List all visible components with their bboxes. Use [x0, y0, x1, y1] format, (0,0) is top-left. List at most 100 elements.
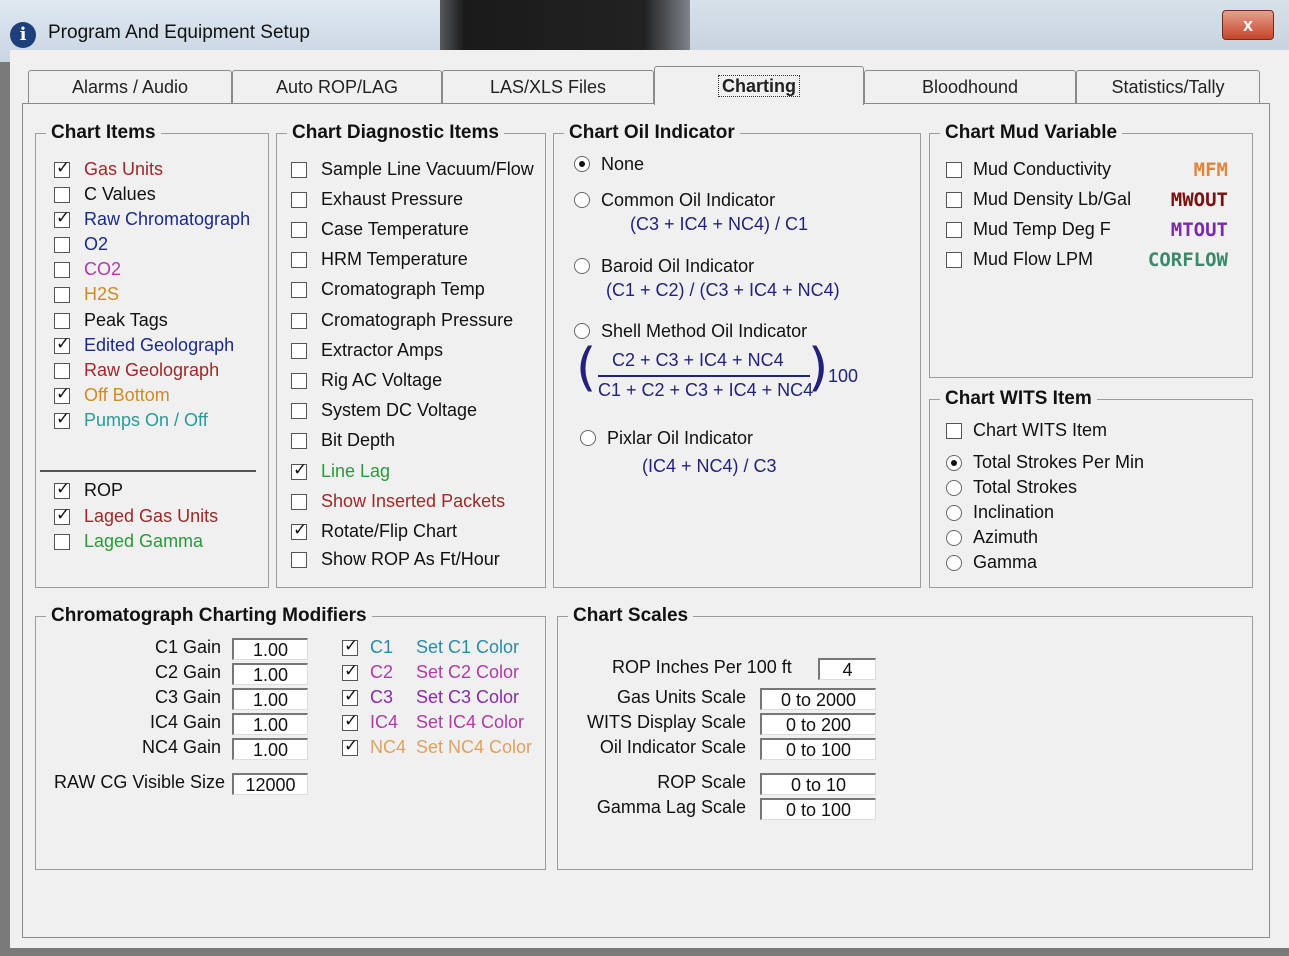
checkbox-mud-conductivity[interactable] [946, 162, 962, 178]
tab-bloodhound[interactable]: Bloodhound [864, 70, 1076, 104]
radio-total-strokes-per-min[interactable] [946, 455, 962, 471]
checkbox-ic4[interactable] [342, 711, 358, 731]
checkbox-nc4[interactable] [342, 736, 358, 756]
input-gamma-lag-scale[interactable]: 0 to 100 [760, 798, 876, 820]
checkbox-show-rop-as-ft-hour[interactable] [291, 552, 307, 568]
tab-las-xls-files[interactable]: LAS/XLS Files [442, 70, 654, 104]
rop-inches-input[interactable]: 4 [818, 658, 876, 680]
oil-baroid-formula: (C1 + C2) / (C3 + IC4 + NC4) [606, 280, 840, 300]
label-mud-flow-lpm: Mud Flow LPM [973, 249, 1094, 269]
tab-charting[interactable]: Charting [654, 66, 864, 105]
checkbox-sample-line-vacuum-flow[interactable] [291, 162, 307, 178]
chart-items-group: Chart Items Gas Units C Values Raw Chromat… [35, 122, 269, 588]
tab-auto-rop-lag[interactable]: Auto ROP/LAG [232, 70, 442, 104]
input-wits-display-scale[interactable]: 0 to 200 [760, 713, 876, 735]
checkbox-h2s[interactable] [54, 287, 70, 303]
label-o2: O2 [84, 234, 109, 254]
checkbox-c2[interactable] [342, 661, 358, 681]
oil-baroid-radio[interactable] [574, 258, 590, 274]
checkbox-raw-chromatograph[interactable] [54, 208, 70, 228]
label-h2s: H2S [84, 284, 120, 304]
checkbox-cromatograph-temp[interactable] [291, 282, 307, 298]
label-cromatograph-pressure: Cromatograph Pressure [321, 310, 514, 330]
shell-right-paren: ) [808, 338, 829, 398]
checkbox-rotate-flip-chart[interactable] [291, 520, 307, 540]
checkbox-bit-depth[interactable] [291, 433, 307, 449]
input-nc4-gain[interactable]: 1.00 [232, 738, 308, 760]
set-nc4-color-button[interactable]: Set NC4 Color [416, 737, 532, 758]
checkbox-c1[interactable] [342, 636, 358, 656]
checkbox-mud-flow-lpm[interactable] [946, 252, 962, 268]
checkbox-hrm-temperature[interactable] [291, 252, 307, 268]
set-c3-color-button[interactable]: Set C3 Color [416, 687, 519, 708]
label-nc4-gain: NC4 Gain [141, 737, 221, 757]
checkbox-extractor-amps[interactable] [291, 343, 307, 359]
checkbox-case-temperature[interactable] [291, 222, 307, 238]
label-raw-geolograph: Raw Geolograph [84, 360, 220, 380]
shell-multiplier: 100 [828, 366, 859, 386]
oil-shell-radio[interactable] [574, 323, 590, 339]
set-ic4-color-button[interactable]: Set IC4 Color [416, 712, 524, 733]
radio-azimuth[interactable] [946, 530, 962, 546]
radio-total-strokes[interactable] [946, 480, 962, 496]
input-gas-units-scale[interactable]: 0 to 2000 [760, 688, 876, 710]
oil-common-radio[interactable] [574, 192, 590, 208]
checkbox-mud-density-lb-gal[interactable] [946, 192, 962, 208]
checkbox-o2[interactable] [54, 237, 70, 253]
oil-pixlar-radio[interactable] [580, 430, 596, 446]
shell-left-paren: ( [576, 338, 597, 398]
close-button[interactable]: x [1222, 10, 1274, 40]
checkbox-c-values[interactable] [54, 187, 70, 203]
tab-statistics-tally[interactable]: Statistics/Tally [1076, 70, 1260, 104]
wits-item-group: Chart WITS Item Chart WITS Item Total St… [929, 388, 1253, 588]
label-gamma: Gamma [973, 552, 1038, 572]
input-rop-scale[interactable]: 0 to 10 [760, 773, 876, 795]
set-c2-color-button[interactable]: Set C2 Color [416, 662, 519, 683]
window-bottom-edge [10, 948, 1289, 956]
checkbox-exhaust-pressure[interactable] [291, 192, 307, 208]
oil-none-label: None [601, 154, 645, 174]
label-c-values: C Values [84, 184, 156, 204]
checkbox-system-dc-voltage[interactable] [291, 403, 307, 419]
diagnostic-items-group: Chart Diagnostic Items Sample Line Vacuu… [276, 122, 546, 588]
checkbox-pumps-on-off[interactable] [54, 409, 70, 429]
rop-inches-label: ROP Inches Per 100 ft [612, 657, 792, 677]
checkbox-edited-geolograph[interactable] [54, 334, 70, 354]
checkbox-show-inserted-packets[interactable] [291, 494, 307, 510]
chart-scales-group: Chart Scales ROP Inches Per 100 ft 4 Gas… [557, 605, 1253, 870]
input-ic4-gain[interactable]: 1.00 [232, 713, 308, 735]
input-c1-gain[interactable]: 1.00 [232, 638, 308, 660]
checkbox-co2[interactable] [54, 262, 70, 278]
input-oil-indicator-scale[interactable]: 0 to 100 [760, 738, 876, 760]
label-gas-units-scale: Gas Units Scale [616, 687, 746, 707]
checkbox-laged-gas-units[interactable] [54, 505, 70, 525]
mud-variable-group: Chart Mud Variable Mud Conductivity MFM Mu… [929, 122, 1253, 378]
checkbox-line-lag[interactable] [291, 460, 307, 480]
chart-wits-checkbox[interactable] [946, 423, 962, 439]
checkbox-gas-units[interactable] [54, 158, 70, 178]
label-bit-depth: Bit Depth [321, 430, 396, 450]
checkbox-rop[interactable] [54, 479, 70, 499]
checkbox-peak-tags[interactable] [54, 313, 70, 329]
checkbox-cromatograph-pressure[interactable] [291, 313, 307, 329]
label-c1: C1 [370, 637, 394, 657]
radio-gamma[interactable] [946, 555, 962, 571]
radio-inclination[interactable] [946, 505, 962, 521]
raw-cg-visible-size-input[interactable]: 12000 [232, 773, 308, 795]
chart-scales-title: Chart Scales [568, 605, 694, 627]
label-oil-indicator-scale: Oil Indicator Scale [599, 737, 746, 757]
set-c1-color-button[interactable]: Set C1 Color [416, 637, 519, 658]
checkbox-off-bottom[interactable] [54, 384, 70, 404]
checkbox-rig-ac-voltage[interactable] [291, 373, 307, 389]
label-peak-tags: Peak Tags [84, 310, 168, 330]
input-c3-gain[interactable]: 1.00 [232, 688, 308, 710]
oil-indicator-group: Chart Oil Indicator None Common Oil Indi… [553, 122, 921, 588]
oil-none-radio[interactable] [574, 156, 590, 172]
checkbox-raw-geolograph[interactable] [54, 363, 70, 379]
label-show-rop-as-ft-hour: Show ROP As Ft/Hour [321, 549, 500, 569]
tab-alarms-audio[interactable]: Alarms / Audio [28, 70, 232, 104]
checkbox-c3[interactable] [342, 686, 358, 706]
input-c2-gain[interactable]: 1.00 [232, 663, 308, 685]
checkbox-mud-temp-deg-f[interactable] [946, 222, 962, 238]
checkbox-laged-gamma[interactable] [54, 534, 70, 550]
